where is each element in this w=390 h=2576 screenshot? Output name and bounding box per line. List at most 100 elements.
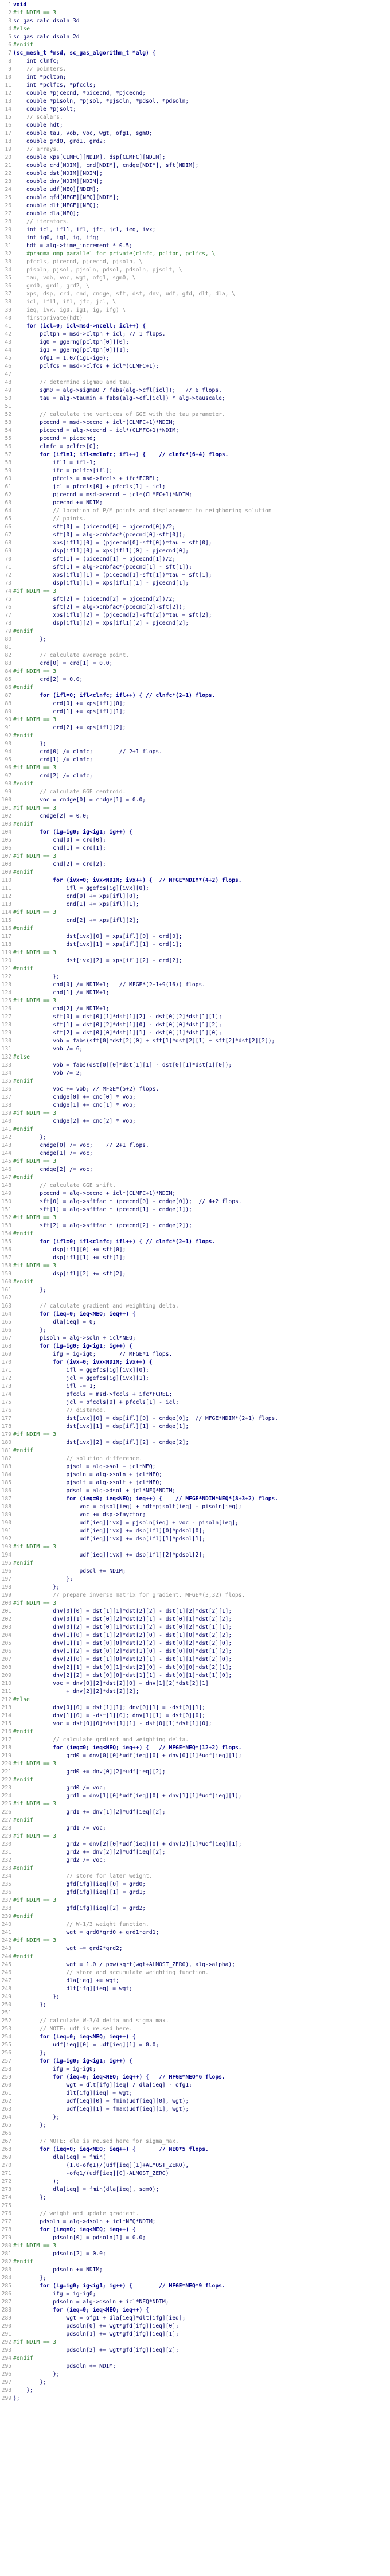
line-number: 146	[1, 1166, 11, 1173]
code-line: 299 };	[0, 2395, 390, 2403]
code-text: dla[ieq] += wgt;	[13, 1978, 119, 1984]
code-line: 122 };	[0, 973, 390, 981]
code-text: sft[2] = dst[0][0]*dst[1][1] - dst[0][1]…	[13, 1030, 222, 1036]
code-text: sft[1] = alg->sftfac * (pcecnd[1] - cndg…	[13, 1207, 192, 1213]
code-text: ieq, ivx, ig0, ig1, ig, ifg) \	[13, 307, 126, 313]
code-text: grd2 /= voc;	[13, 1857, 106, 1863]
code-line: 43 ig0 = ggerng[pcltpn[0]][0];	[0, 338, 390, 347]
line-number: 97	[5, 773, 11, 779]
line-number: 183	[1, 1464, 11, 1470]
line-number: 202	[1, 1616, 11, 1622]
code-text: );	[13, 2178, 60, 2185]
code-text: grd1 = dnv[1][0]*udf[ieq][0] + dnv[1][1]…	[13, 1793, 242, 1799]
code-text: dnv[2][2] = dst[0][0]*dst[1][1] - dst[0]…	[13, 1672, 232, 1679]
code-text: grd0 += dnv[0][2]*udf[ieq][2];	[13, 1769, 166, 1775]
code-text: pdsol = alg->dsol + jcl*NEQ*NDIM;	[13, 1488, 176, 1494]
code-line: 288 for (ieq=0; ieq<NEQ; ieq++) {	[0, 2306, 390, 2314]
code-line: 117 dst[ivx][0] = xps[ifl][0] - crd[0];	[0, 933, 390, 941]
code-text: };	[13, 2194, 46, 2201]
code-text: #if NDIM == 3	[13, 2339, 57, 2345]
line-number: 246	[1, 1970, 11, 1976]
code-line: 88 crd[0] += xps[ifl][0];	[0, 700, 390, 708]
code-line: 124 cnd[1] /= NDIM+1;	[0, 989, 390, 997]
line-number: 68	[5, 540, 11, 546]
code-text: dla[ieq] = 0;	[13, 1319, 96, 1325]
code-text: sft[2] = (picecnd[2] + pjcecnd[2])/2;	[13, 596, 176, 602]
line-number: 63	[5, 500, 11, 506]
line-number: 64	[5, 508, 11, 514]
code-line: 64 // location of P/M points and displac…	[0, 507, 390, 515]
line-number: 214	[1, 1713, 11, 1719]
code-text: udf[ieq][1] = fmax(udf[ieq][1], wgt);	[13, 2106, 189, 2112]
code-line: 183 pjsol = alg->sol + jcl*NEQ;	[0, 1463, 390, 1471]
code-line: 7 (sc_mesh_t *msd, sc_gas_algorithm_t *a…	[0, 49, 390, 57]
code-text: sc_gas_calc_dsoln_2d	[13, 34, 80, 40]
code-line: 163 // calculate gradient and weighting …	[0, 1302, 390, 1310]
code-text: ifl -= 1;	[13, 1383, 96, 1390]
code-text: for (ieq=0; ieq<NEQ; ieq++) {	[13, 2227, 136, 2233]
line-number: 244	[1, 1954, 11, 1960]
code-text: grd0 = dnv[0][0]*udf[ieq][0] + dnv[0][1]…	[13, 1753, 242, 1759]
code-line: 197 };	[0, 1575, 390, 1583]
code-text: #if NDIM == 3	[13, 1431, 57, 1438]
code-text: // calculate gradient and weighting delt…	[13, 1303, 179, 1309]
line-number: 270	[1, 2162, 11, 2169]
code-line: 292 #if NDIM == 3	[0, 2338, 390, 2347]
code-text: pjsolt = alg->solt + jcl*NEQ;	[13, 1480, 162, 1486]
line-number: 103	[1, 821, 11, 827]
line-number: 36	[5, 283, 11, 289]
code-text: #if NDIM == 3	[13, 1600, 57, 1606]
code-line: 239 #endif	[0, 1913, 390, 1921]
code-line: 135 #endif	[0, 1077, 390, 1085]
code-line: 194 udf[ieq][ivx] += dsp[ifl][2]*pdsol[2…	[0, 1551, 390, 1559]
line-number: 279	[1, 2235, 11, 2241]
code-text: sft[1] = (picecnd[1] + pjcecnd[1])/2;	[13, 556, 176, 562]
code-text: // iterators.	[13, 219, 70, 225]
line-number: 195	[1, 1560, 11, 1566]
code-text: sft[2] = alg->sftfac * (pcecnd[2] - cndg…	[13, 1223, 192, 1229]
code-text: };	[13, 2379, 46, 2386]
code-text: // calculate grdient and weighting delta…	[13, 1737, 189, 1743]
line-number: 77	[5, 612, 11, 618]
line-number: 234	[1, 1873, 11, 1880]
code-text: sgm0 = alg->sigma0 / fabs(alg->cfl[icl])…	[13, 387, 222, 394]
line-number: 123	[1, 982, 11, 988]
code-line: 250 };	[0, 2001, 390, 2009]
line-number: 126	[1, 1006, 11, 1012]
code-line: 14 double *pjsolt;	[0, 106, 390, 114]
line-number: 253	[1, 2026, 11, 2032]
code-line: 186 pdsol = alg->dsol + jcl*NEQ*NDIM;	[0, 1487, 390, 1495]
line-number: 171	[1, 1367, 11, 1373]
line-number: 11	[5, 82, 11, 88]
code-line: 256 };	[0, 2049, 390, 2057]
line-number: 37	[5, 291, 11, 297]
line-number: 192	[1, 1536, 11, 1542]
line-number: 32	[5, 251, 11, 257]
line-number: 115	[1, 917, 11, 924]
code-line: 195 #endif	[0, 1559, 390, 1567]
line-number: 245	[1, 1962, 11, 1968]
code-line: 15 // scalars.	[0, 114, 390, 122]
line-number: 145	[1, 1158, 11, 1165]
line-number: 117	[1, 933, 11, 940]
code-line: 137 cndge[0] += cnd[0] * vob;	[0, 1094, 390, 1102]
code-text: (1.0-ofg1)/(udf[ieq][1]+ALMOST_ZERO),	[13, 2162, 189, 2169]
code-line: 169 ifg = ig-ig0; // MFGE*1 flops.	[0, 1351, 390, 1359]
code-line: 70 sft[1] = (picecnd[1] + pjcecnd[1])/2;	[0, 555, 390, 563]
line-number: 1	[8, 2, 11, 8]
line-number: 16	[5, 122, 11, 129]
code-text: dnv[1][0] = -dst[1][0]; dnv[1][1] = dst[…	[13, 1713, 206, 1719]
code-line: 178 dst[ivx][1] = dsp[ifl][1] - cndge[1]…	[0, 1423, 390, 1431]
code-line: 85 crd[2] = 0.0;	[0, 676, 390, 684]
code-text: pdsoln[0] += wgt*gfd[ifg][ieq][0];	[13, 2323, 179, 2329]
code-text: pfccls = msd->fccls + ifc*FCREL;	[13, 476, 159, 482]
line-number: 160	[1, 1279, 11, 1285]
line-number: 29	[5, 227, 11, 233]
line-number: 136	[1, 1086, 11, 1092]
code-line: 152 #if NDIM == 3	[0, 1214, 390, 1222]
code-text: ifg = ig-ig0;	[13, 2291, 96, 2297]
line-number: 284	[1, 2275, 11, 2281]
line-number: 281	[1, 2251, 11, 2257]
code-text: xps, dsp, crd, cnd, cndge, sft, dst, dnv…	[13, 291, 235, 297]
